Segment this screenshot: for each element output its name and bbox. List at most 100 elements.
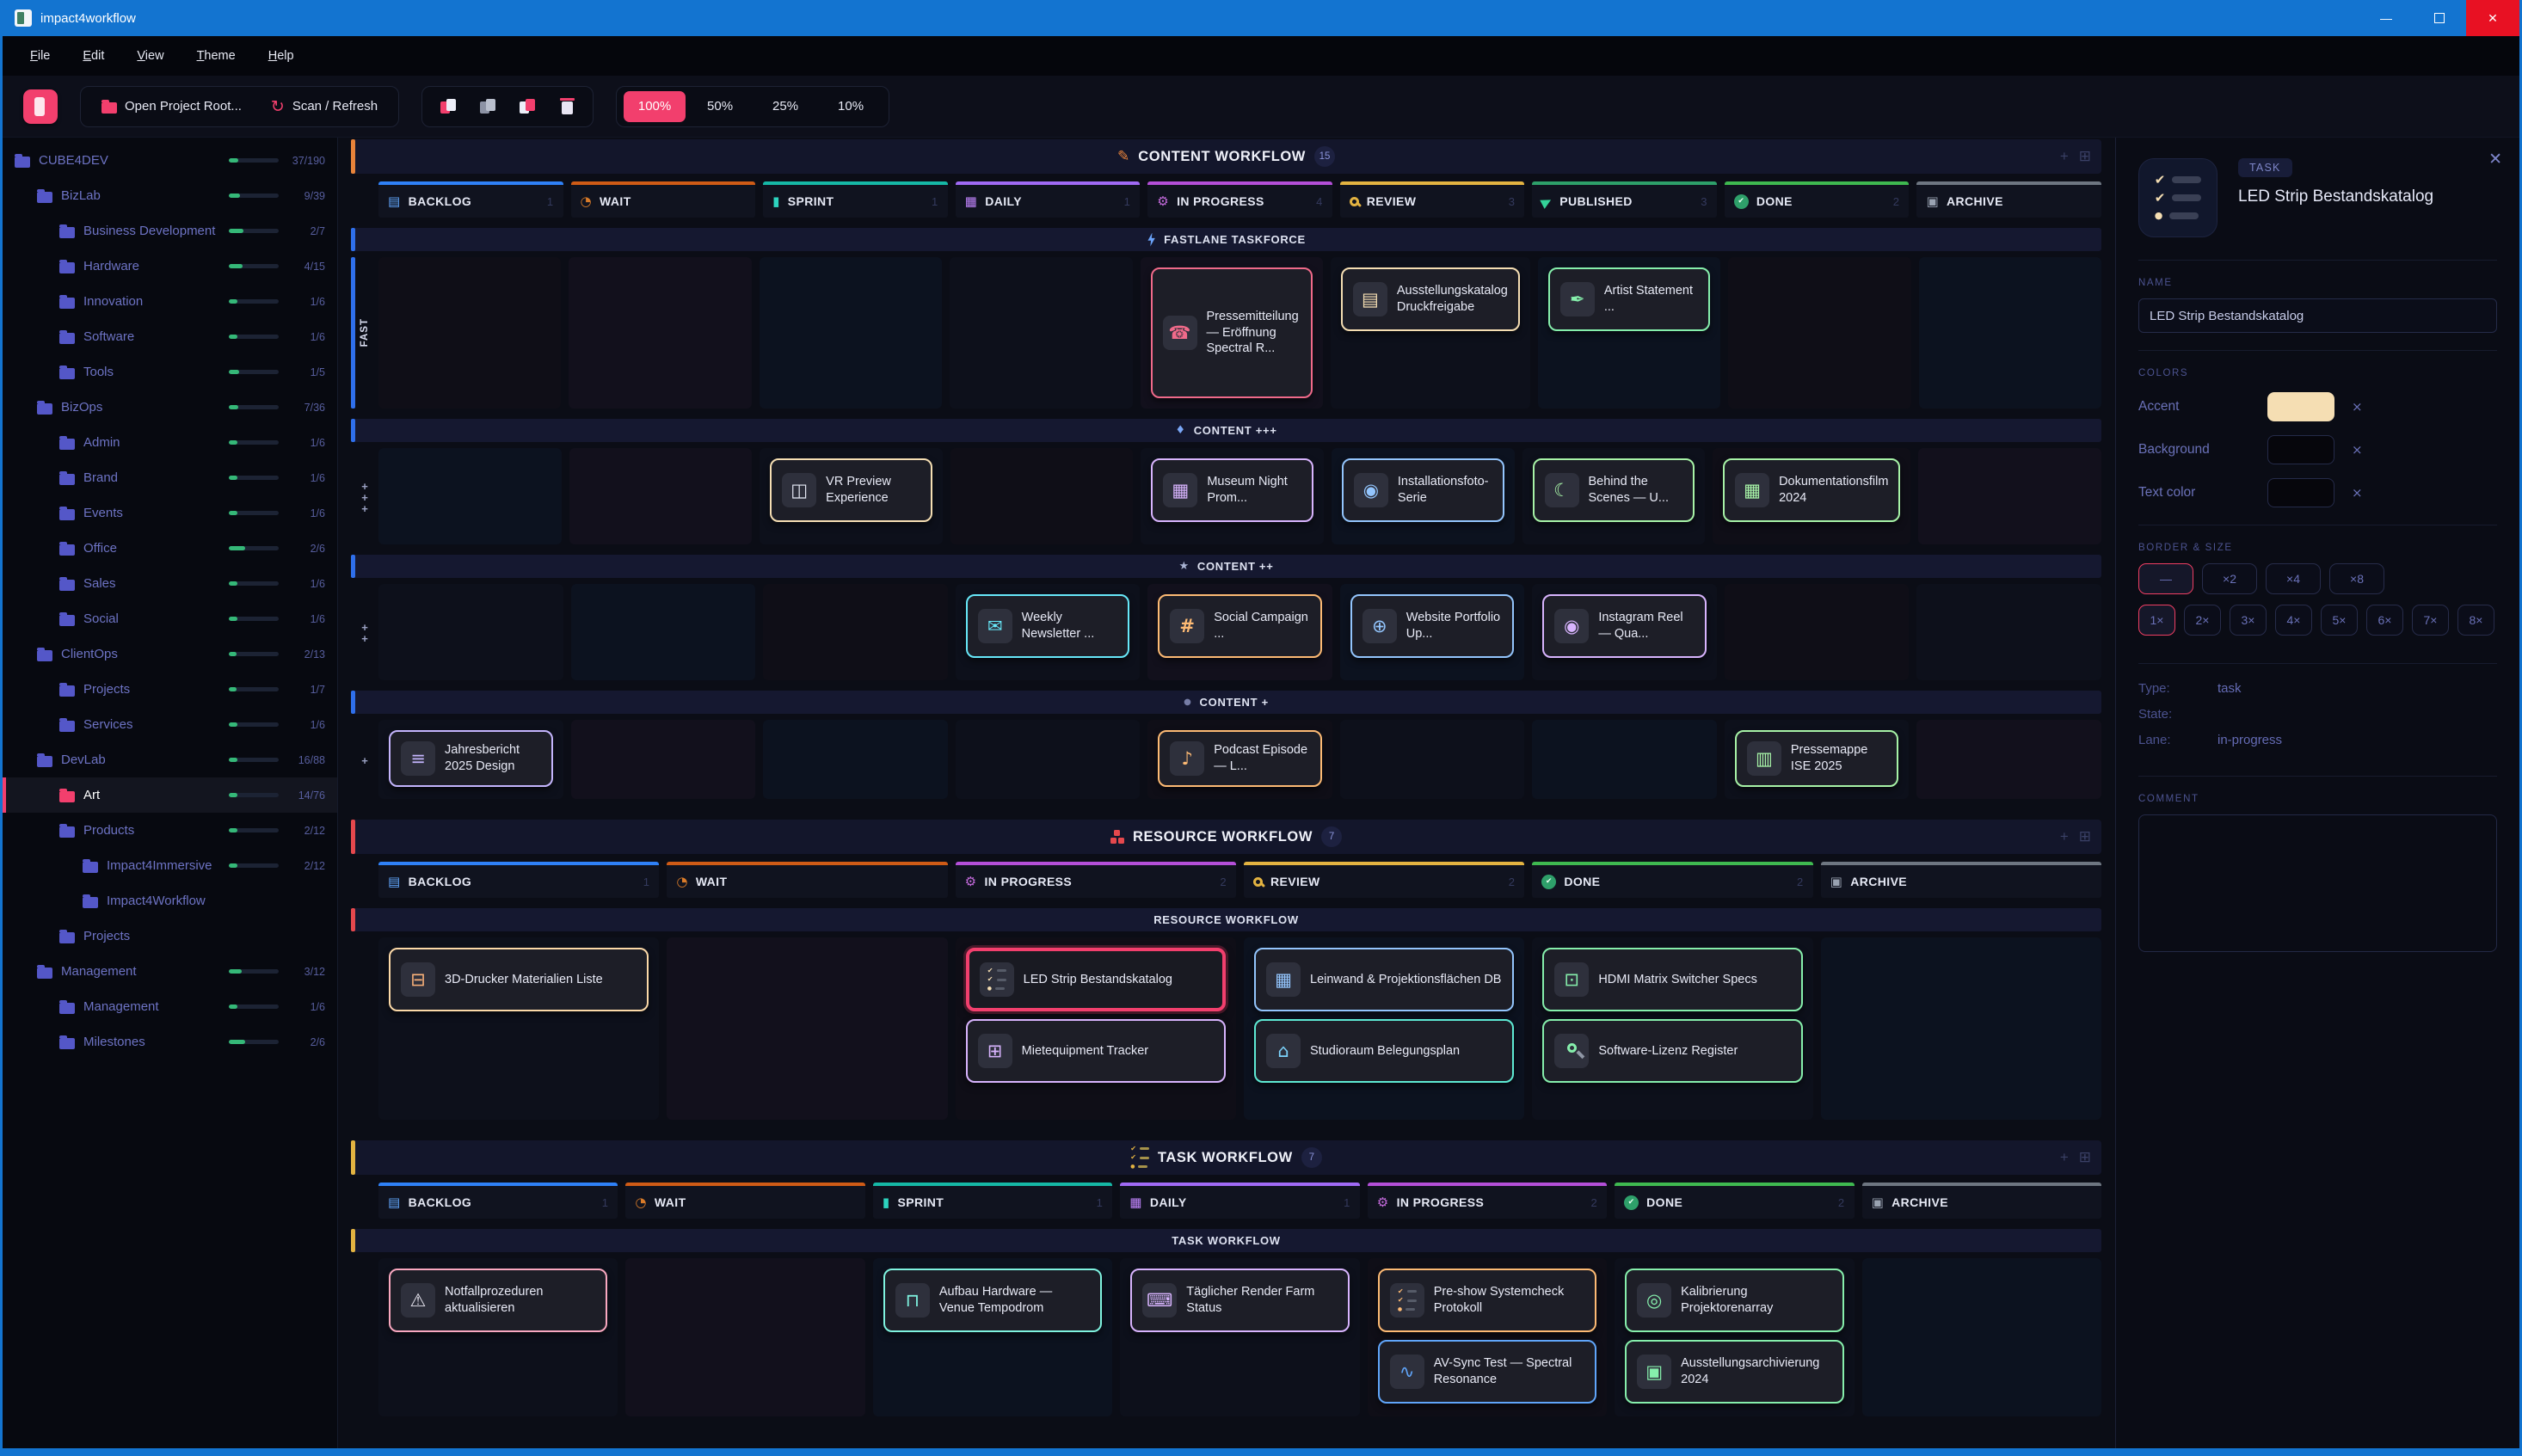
column-in-progress[interactable]: ⚙IN PROGRESS4: [1147, 181, 1332, 218]
tree-item-social[interactable]: Social1/6: [3, 601, 337, 636]
scan-refresh-button[interactable]: ↻ Scan / Refresh: [259, 90, 390, 123]
border-x4-button[interactable]: ×4: [2266, 563, 2321, 594]
add-card-button[interactable]: +: [2060, 1149, 2069, 1166]
close-button[interactable]: ✕: [2466, 0, 2519, 36]
size-8x-button[interactable]: 8×: [2457, 605, 2494, 636]
cell[interactable]: ◎Kalibrierung Projektorenarray ▣Ausstell…: [1615, 1258, 1854, 1416]
card-studioraum[interactable]: ⌂Studioraum Belegungsplan: [1254, 1019, 1514, 1083]
card-ausstellungskatalog[interactable]: ▤Ausstellungskatalog Druckfreigabe: [1341, 267, 1520, 331]
tree-item-management-sub[interactable]: Management1/6: [3, 989, 337, 1024]
cell[interactable]: [571, 720, 756, 799]
delete-button[interactable]: [550, 90, 584, 123]
column-daily[interactable]: ▦DAILY1: [1120, 1183, 1359, 1219]
zoom-100-button[interactable]: 100%: [624, 91, 686, 122]
cell[interactable]: [378, 448, 562, 544]
cell[interactable]: ◫VR Preview Experience: [760, 448, 943, 544]
card-3d-drucker[interactable]: ⊟3D-Drucker Materialien Liste: [389, 948, 649, 1011]
tree-item-brand[interactable]: Brand1/6: [3, 460, 337, 495]
cell[interactable]: [763, 584, 948, 680]
tree-item-bizops[interactable]: BizOps7/36: [3, 390, 337, 425]
accent-color-swatch[interactable]: [2267, 392, 2334, 421]
tree-item-business-development[interactable]: Business Development2/7: [3, 213, 337, 249]
cell[interactable]: ☎Pressemitteilung — Eröffnung Spectral R…: [1141, 257, 1323, 409]
add-card-button[interactable]: +: [2060, 148, 2069, 165]
tree-item-software[interactable]: Software1/6: [3, 319, 337, 354]
cell[interactable]: ▤Ausstellungskatalog Druckfreigabe: [1331, 257, 1530, 409]
cell[interactable]: Pre-show Systemcheck Protokoll ∿AV-Sync …: [1368, 1258, 1607, 1416]
cell[interactable]: ≡Jahresbericht 2025 Design: [378, 720, 563, 799]
maximize-button[interactable]: [2413, 0, 2466, 36]
column-review[interactable]: REVIEW3: [1340, 181, 1525, 218]
card-led-strip-selected[interactable]: LED Strip Bestandskatalog: [966, 948, 1226, 1011]
menu-theme[interactable]: Theme: [183, 44, 249, 68]
tree-item-projects-devlab[interactable]: Projects: [3, 918, 337, 954]
cell[interactable]: [569, 257, 751, 409]
card-leinwand[interactable]: ▦Leinwand & Projektionsflächen DB: [1254, 948, 1514, 1011]
card-kalibrierung[interactable]: ◎Kalibrierung Projektorenarray: [1625, 1269, 1843, 1332]
tree-item-admin[interactable]: Admin1/6: [3, 425, 337, 460]
cell[interactable]: [1918, 448, 2101, 544]
cell[interactable]: [760, 257, 942, 409]
menu-file[interactable]: File: [16, 44, 64, 68]
tree-item-events[interactable]: Events1/6: [3, 495, 337, 531]
cell[interactable]: [569, 448, 753, 544]
board-grid-button[interactable]: ⊞: [2079, 1149, 2091, 1166]
column-sprint[interactable]: ▮SPRINT1: [763, 181, 948, 218]
tree-item-services[interactable]: Services1/6: [3, 707, 337, 742]
menu-view[interactable]: View: [123, 44, 177, 68]
paste-button[interactable]: [510, 90, 544, 123]
cell[interactable]: ⚠Notfallprozeduren aktualisieren: [378, 1258, 618, 1416]
card-weekly-newsletter[interactable]: ✉Weekly Newsletter ...: [966, 594, 1130, 658]
cell[interactable]: [378, 584, 563, 680]
size-1x-button[interactable]: 1×: [2138, 605, 2175, 636]
card-pressemappe[interactable]: ▥Pressemappe ISE 2025: [1735, 730, 1899, 787]
column-backlog[interactable]: ▤BACKLOG1: [378, 181, 563, 218]
primary-accent-button[interactable]: [23, 89, 58, 124]
clear-accent-icon[interactable]: ×: [2352, 399, 2363, 415]
menu-help[interactable]: Help: [255, 44, 308, 68]
column-review[interactable]: REVIEW2: [1244, 862, 1524, 898]
cell[interactable]: ✒Artist Statement ...: [1538, 257, 1720, 409]
column-daily[interactable]: ▦DAILY1: [956, 181, 1141, 218]
cell[interactable]: ⊕Website Portfolio Up...: [1340, 584, 1525, 680]
size-7x-button[interactable]: 7×: [2412, 605, 2449, 636]
column-archive[interactable]: ▣ARCHIVE: [1916, 181, 2101, 218]
cell[interactable]: [667, 937, 947, 1120]
card-museum-night[interactable]: ▦Museum Night Prom...: [1151, 458, 1313, 522]
cell[interactable]: [1821, 937, 2101, 1120]
column-backlog[interactable]: ▤BACKLOG1: [378, 1183, 618, 1219]
cell[interactable]: [950, 448, 1134, 544]
cell[interactable]: ▦Dokumentationsfilm 2024: [1713, 448, 1910, 544]
tree-item-cube4dev[interactable]: CUBE4DEV37/190: [3, 143, 337, 178]
cell[interactable]: [1916, 584, 2101, 680]
size-4x-button[interactable]: 4×: [2275, 605, 2312, 636]
card-av-sync-test[interactable]: ∿AV-Sync Test — Spectral Resonance: [1378, 1340, 1596, 1404]
board-grid-button[interactable]: ⊞: [2079, 828, 2091, 845]
size-6x-button[interactable]: 6×: [2366, 605, 2403, 636]
tree-item-bizlab[interactable]: BizLab9/39: [3, 178, 337, 213]
size-5x-button[interactable]: 5×: [2321, 605, 2358, 636]
card-software-lizenz[interactable]: Software-Lizenz Register: [1542, 1019, 1802, 1083]
tree-item-products[interactable]: Products2/12: [3, 813, 337, 848]
cell[interactable]: ⌨Täglicher Render Farm Status: [1120, 1258, 1359, 1416]
tree-item-milestones[interactable]: Milestones2/6: [3, 1024, 337, 1060]
tree-item-projects[interactable]: Projects1/7: [3, 672, 337, 707]
column-wait[interactable]: ◔WAIT: [625, 1183, 864, 1219]
cell[interactable]: ⊟3D-Drucker Materialien Liste: [378, 937, 659, 1120]
zoom-50-button[interactable]: 50%: [689, 91, 751, 122]
cell[interactable]: ◉Installationsfoto-Serie: [1332, 448, 1515, 544]
card-ausstellungsarchivierung[interactable]: ▣Ausstellungsarchivierung 2024: [1625, 1340, 1843, 1404]
name-input[interactable]: [2138, 298, 2497, 333]
cell[interactable]: [1862, 1258, 2101, 1416]
background-color-swatch[interactable]: [2267, 435, 2334, 464]
minimize-button[interactable]: —: [2359, 0, 2413, 36]
cell[interactable]: [1340, 720, 1525, 799]
cell[interactable]: [763, 720, 948, 799]
column-archive[interactable]: ▣ARCHIVE: [1862, 1183, 2101, 1219]
cell[interactable]: ◉Instagram Reel — Qua...: [1532, 584, 1717, 680]
card-taeglicher-render[interactable]: ⌨Täglicher Render Farm Status: [1130, 1269, 1349, 1332]
card-jahresbericht[interactable]: ≡Jahresbericht 2025 Design: [389, 730, 553, 787]
cell[interactable]: [950, 257, 1132, 409]
cell[interactable]: [378, 257, 561, 409]
tree-item-hardware[interactable]: Hardware4/15: [3, 249, 337, 284]
